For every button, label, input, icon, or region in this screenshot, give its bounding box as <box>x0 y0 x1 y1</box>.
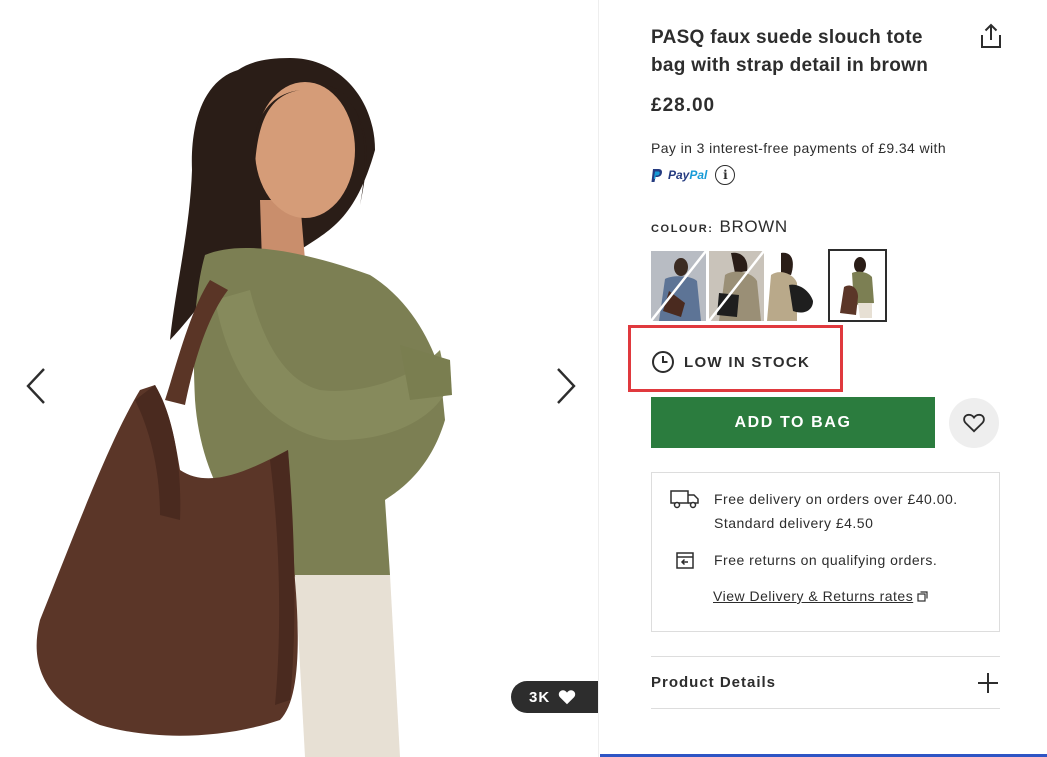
colour-swatches <box>651 249 887 322</box>
product-title: PASQ faux suede slouch tote bag with str… <box>651 27 929 76</box>
share-button[interactable] <box>977 22 1005 50</box>
next-image-button[interactable] <box>546 362 586 410</box>
save-for-later-button[interactable] <box>949 398 999 448</box>
previous-image-button[interactable] <box>16 362 56 410</box>
paypal-pay-text: Pay <box>668 168 690 182</box>
swatch-brown-selected[interactable] <box>828 249 887 322</box>
returns-box-icon <box>670 548 700 572</box>
swatch-image <box>832 253 883 318</box>
stock-status: LOW IN STOCK <box>651 350 810 374</box>
delivery-returns-link-text: View Delivery & Returns rates <box>713 588 914 604</box>
plus-icon <box>978 672 998 693</box>
heart-filled-icon <box>558 690 576 705</box>
delivery-truck-icon <box>670 487 700 511</box>
colour-label: COLOUR: <box>651 223 714 235</box>
product-price: £28.00 <box>651 95 716 116</box>
colour-value: BROWN <box>719 217 788 236</box>
gallery-divider <box>598 0 599 757</box>
delivery-row: Free delivery on orders over £40.00. Sta… <box>670 487 958 535</box>
external-window-icon <box>917 590 928 602</box>
free-returns-text: Free returns on qualifying orders. <box>714 552 938 568</box>
returns-row: Free returns on qualifying orders. <box>670 548 937 572</box>
swatch-image <box>651 251 706 321</box>
swatch-image <box>709 251 764 321</box>
swatch-blue-denim[interactable] <box>651 251 706 321</box>
share-icon <box>981 23 1001 48</box>
product-image <box>0 0 598 757</box>
chevron-right-icon <box>557 368 576 404</box>
clock-icon <box>652 351 674 373</box>
standard-delivery-text: Standard delivery £4.50 <box>714 515 874 531</box>
info-icon[interactable]: i <box>715 165 736 185</box>
product-info-panel: PASQ faux suede slouch tote bag with str… <box>628 0 1001 757</box>
colour-selector-label: COLOUR: BROWN <box>651 217 788 237</box>
pay-in-3-text: Pay in 3 interest-free payments of £9.34… <box>651 140 947 156</box>
product-details-label: Product Details <box>651 674 777 691</box>
product-details-accordion[interactable]: Product Details <box>651 656 1000 709</box>
paypal-row: PayPal i <box>651 165 736 185</box>
saves-count-badge[interactable]: 3K <box>511 681 598 713</box>
add-to-bag-button[interactable]: ADD TO BAG <box>651 397 935 448</box>
product-image-gallery[interactable]: 3K <box>0 0 598 757</box>
delivery-returns-link[interactable]: View Delivery & Returns rates <box>713 588 928 604</box>
saves-count: 3K <box>529 688 551 706</box>
swatch-black-unavailable[interactable] <box>709 251 764 321</box>
swatch-image <box>767 251 822 321</box>
delivery-info-box: Free delivery on orders over £40.00. Sta… <box>651 472 1000 632</box>
heart-outline-icon <box>963 413 985 433</box>
paypal-logo: PayPal <box>651 168 707 183</box>
paypal-icon <box>651 168 663 182</box>
free-delivery-text: Free delivery on orders over £40.00. <box>714 491 958 507</box>
chevron-left-icon <box>26 368 45 404</box>
paypal-pal-text: Pal <box>689 168 708 182</box>
stock-status-text: LOW IN STOCK <box>684 353 811 371</box>
swatch-black[interactable] <box>767 251 822 321</box>
